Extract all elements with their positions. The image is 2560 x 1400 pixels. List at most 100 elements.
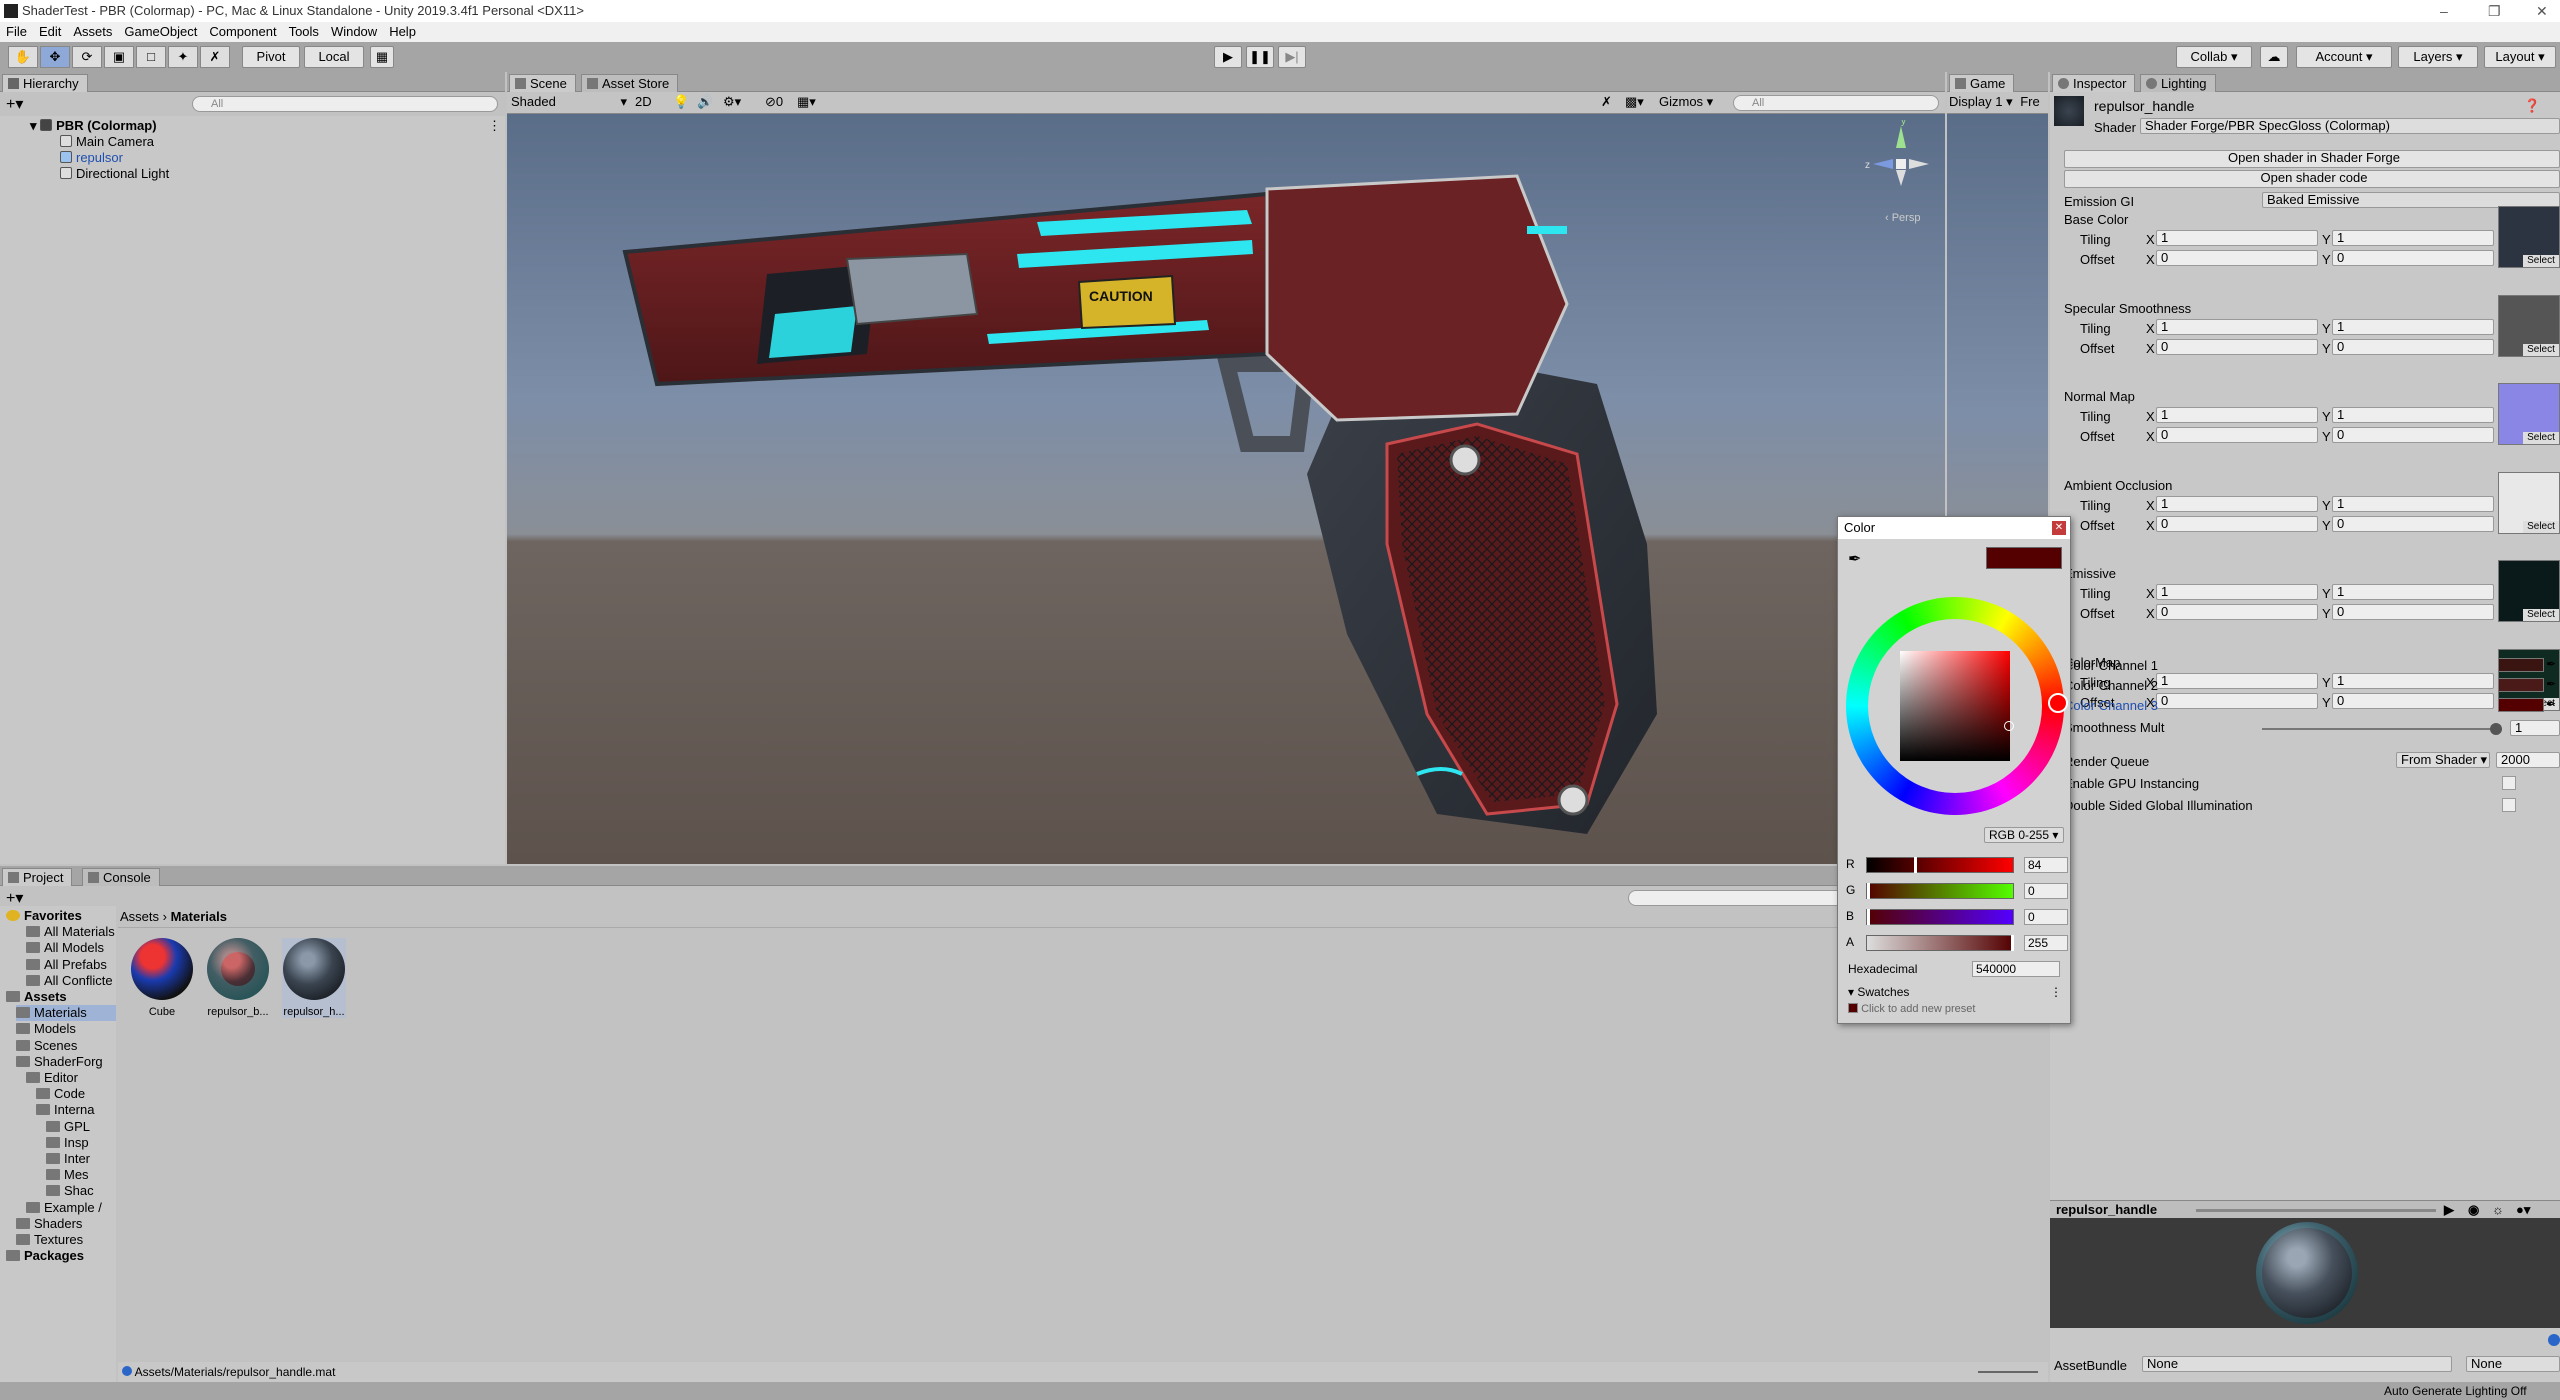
hierarchy-item-repulsor[interactable]: repulsor [60,150,123,166]
texture-select-button[interactable]: Select [2523,520,2559,533]
project-tree-item[interactable]: All Models [26,940,104,956]
color-channel-swatch[interactable] [2498,678,2544,692]
menu-tools[interactable]: Tools [283,22,325,42]
hierarchy-item-main-camera[interactable]: Main Camera [60,134,154,150]
texture-select-button[interactable]: Select [2523,343,2559,356]
eyedropper-icon[interactable]: ✒ [1848,549,1861,569]
offset-y-field[interactable]: 0 [2332,427,2494,443]
asset-bundle-variant-dropdown[interactable]: None [2466,1356,2560,1372]
project-tree-item[interactable]: Mes [46,1167,89,1183]
transform-tool-icon[interactable]: ✦ [168,46,198,68]
project-tree-item[interactable]: All Materials [26,924,115,940]
smoothness-slider[interactable] [2262,723,2502,735]
tab-lighting[interactable]: Lighting [2140,74,2216,92]
effects-toggle-icon[interactable]: ⚙▾ [723,92,741,112]
offset-x-field[interactable]: 0 [2156,338,2318,355]
tiling-y-field[interactable]: 1 [2332,318,2494,335]
open-shader-code-button[interactable]: Open shader code [2064,170,2560,188]
blue-slider-handle[interactable] [1867,909,1870,925]
tiling-x-field[interactable]: 1 [2156,318,2318,335]
preview-light-icon[interactable]: ☼ [2492,1201,2504,1219]
menu-assets[interactable]: Assets [67,22,118,42]
scene-gizmo[interactable]: y z ‹ Persp [1863,116,1939,224]
tiling-y-field[interactable]: 1 [2332,407,2494,423]
green-field[interactable]: 0 [2024,883,2068,899]
hue-handle[interactable] [2048,693,2068,713]
scene-viewport[interactable]: CAUTION y z ‹ Persp [507,114,1945,864]
project-search-input[interactable] [1628,890,1848,906]
project-tree-item[interactable]: Editor [26,1070,78,1086]
render-queue-field[interactable]: 2000 [2496,752,2560,768]
texture-slot[interactable]: Select [2498,206,2560,268]
green-slider-handle[interactable] [1867,883,1870,899]
tiling-y-field[interactable]: 1 [2332,230,2494,246]
scene-search-input[interactable]: All [1733,95,1939,111]
help-icon[interactable]: ❓ [2524,98,2540,114]
tab-project[interactable]: Project [2,868,73,886]
hidden-objects-icon[interactable]: ⊘0 [765,92,783,112]
create-asset-icon[interactable]: +▾ [6,888,23,908]
tiling-x-field[interactable]: 1 [2156,584,2318,600]
breadcrumb-assets[interactable]: Assets [120,909,159,924]
asset-repulsor-body[interactable]: repulsor_b... [206,938,270,1018]
color-channel-swatch[interactable] [2498,658,2544,672]
material-preview[interactable] [2050,1218,2560,1328]
project-tree-item[interactable]: All Conflicte [26,973,113,989]
layers-button[interactable]: Layers ▾ [2398,46,2478,68]
green-slider[interactable] [1866,883,2014,899]
red-field[interactable]: 84 [2024,857,2068,873]
tools-icon[interactable]: ✗ [1601,92,1612,112]
display-dropdown[interactable]: Display 1 ▾ [1947,94,2013,109]
project-tree-item[interactable]: Models [16,1021,76,1037]
menu-help[interactable]: Help [383,22,422,42]
eyedropper-icon[interactable]: ✒ [2546,697,2556,711]
pause-icon[interactable]: ❚❚ [1246,46,1274,68]
shader-dropdown[interactable]: Shader Forge/PBR SpecGloss (Colormap) [2140,118,2560,134]
tab-console[interactable]: Console [82,868,160,886]
texture-slot[interactable]: Select [2498,560,2560,622]
project-tree-item[interactable]: Shaders [16,1216,82,1232]
sv-handle[interactable] [2004,721,2014,731]
eyedropper-icon[interactable]: ✒ [2546,677,2556,691]
tab-asset-store[interactable]: Asset Store [581,74,679,92]
color-mode-dropdown[interactable]: RGB 0-255 ▾ [1984,827,2064,843]
step-icon[interactable]: ▶| [1278,46,1306,68]
tab-scene[interactable]: Scene [509,74,576,92]
tiling-y-field[interactable]: 1 [2332,584,2494,600]
rotate-tool-icon[interactable]: ⟳ [72,46,102,68]
scene-root[interactable]: ▾ PBR (Colormap) [30,118,157,134]
offset-y-field[interactable]: 0 [2332,515,2494,532]
offset-x-field[interactable]: 0 [2156,427,2318,443]
project-tree-item[interactable]: Example / [26,1200,102,1216]
tab-hierarchy[interactable]: Hierarchy [2,74,88,92]
hex-field[interactable]: 540000 [1972,961,2060,977]
projection-label[interactable]: ‹ Persp [1885,212,1920,224]
project-tree-item[interactable]: Assets [6,989,67,1005]
project-tree-item[interactable]: ShaderForg [16,1054,103,1070]
alpha-slider[interactable] [1866,935,2014,951]
layout-button[interactable]: Layout ▾ [2484,46,2556,68]
hand-tool-icon[interactable]: ✋ [8,46,38,68]
red-slider[interactable] [1866,857,2014,873]
saturation-value-square[interactable] [1900,651,2014,761]
lighting-status[interactable]: Auto Generate Lighting Off [2384,1382,2527,1400]
rect-tool-icon[interactable]: □ [136,46,166,68]
project-tree-item[interactable]: GPL [46,1119,90,1135]
project-tree-item[interactable]: Textures [16,1232,83,1248]
project-tree-item[interactable]: Inter [46,1151,90,1167]
offset-x-field[interactable]: 0 [2156,250,2318,266]
menu-edit[interactable]: Edit [33,22,67,42]
project-tree-item[interactable]: Scenes [16,1038,77,1054]
texture-select-button[interactable]: Select [2523,609,2559,621]
hierarchy-item-directional-light[interactable]: Directional Light [60,166,169,182]
custom-tool-icon[interactable]: ✗ [200,46,230,68]
asset-repulsor-handle[interactable]: repulsor_h... [282,938,346,1018]
preview-resize-handle[interactable] [2196,1209,2436,1212]
asset-bundle-dropdown[interactable]: None [2142,1356,2452,1372]
double-sided-gi-checkbox[interactable] [2502,798,2516,812]
snap-icon[interactable]: ▦ [370,46,394,68]
lighting-toggle-icon[interactable]: 💡 [673,92,689,112]
tiling-x-field[interactable]: 1 [2156,407,2318,423]
add-object-icon[interactable]: +▾ [6,94,23,114]
smoothness-slider-handle[interactable] [2490,723,2502,735]
